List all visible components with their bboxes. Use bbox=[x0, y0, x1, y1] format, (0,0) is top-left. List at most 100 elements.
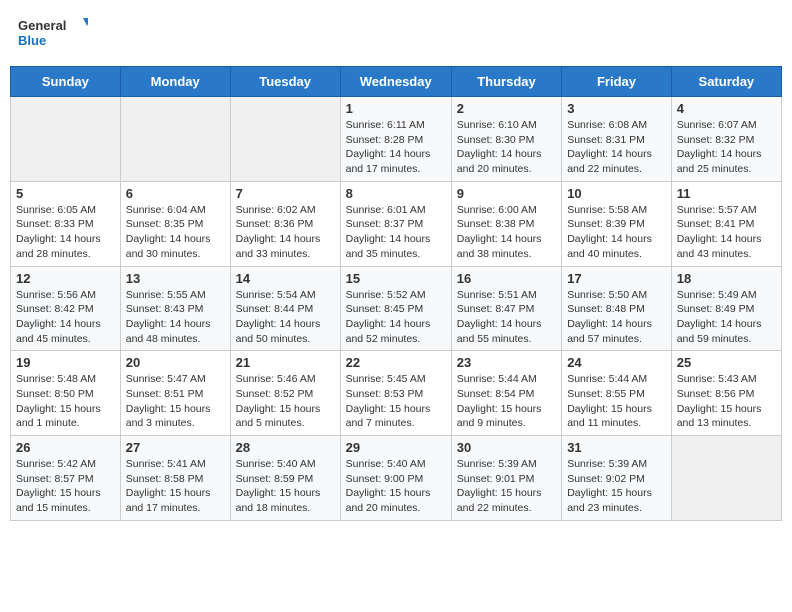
day-number: 14 bbox=[236, 271, 335, 286]
day-number: 24 bbox=[567, 355, 666, 370]
day-info: Sunrise: 5:56 AMSunset: 8:42 PMDaylight:… bbox=[16, 288, 115, 347]
calendar-week-row: 5 Sunrise: 6:05 AMSunset: 8:33 PMDaylight… bbox=[11, 181, 782, 266]
day-info: Sunrise: 6:04 AMSunset: 8:35 PMDaylight:… bbox=[126, 203, 225, 262]
day-info: Sunrise: 5:40 AMSunset: 9:00 PMDaylight:… bbox=[346, 457, 446, 516]
day-info: Sunrise: 5:49 AMSunset: 8:49 PMDaylight:… bbox=[677, 288, 776, 347]
day-info: Sunrise: 5:48 AMSunset: 8:50 PMDaylight:… bbox=[16, 372, 115, 431]
day-number: 22 bbox=[346, 355, 446, 370]
day-number: 9 bbox=[457, 186, 556, 201]
calendar-week-row: 26 Sunrise: 5:42 AMSunset: 8:57 PMDayligh… bbox=[11, 436, 782, 521]
calendar-cell: 16 Sunrise: 5:51 AMSunset: 8:47 PMDayligh… bbox=[451, 266, 561, 351]
calendar-cell bbox=[11, 97, 121, 182]
day-number: 25 bbox=[677, 355, 776, 370]
day-info: Sunrise: 5:42 AMSunset: 8:57 PMDaylight:… bbox=[16, 457, 115, 516]
day-info: Sunrise: 6:07 AMSunset: 8:32 PMDaylight:… bbox=[677, 118, 776, 177]
day-number: 17 bbox=[567, 271, 666, 286]
day-number: 10 bbox=[567, 186, 666, 201]
day-number: 16 bbox=[457, 271, 556, 286]
day-number: 19 bbox=[16, 355, 115, 370]
day-number: 29 bbox=[346, 440, 446, 455]
calendar-cell: 31 Sunrise: 5:39 AMSunset: 9:02 PMDayligh… bbox=[562, 436, 672, 521]
calendar-cell: 14 Sunrise: 5:54 AMSunset: 8:44 PMDayligh… bbox=[230, 266, 340, 351]
day-info: Sunrise: 6:08 AMSunset: 8:31 PMDaylight:… bbox=[567, 118, 666, 177]
day-number: 31 bbox=[567, 440, 666, 455]
calendar-cell: 1Sunrise: 6:11 AMSunset: 8:28 PMDaylight… bbox=[340, 97, 451, 182]
day-info: Sunrise: 5:52 AMSunset: 8:45 PMDaylight:… bbox=[346, 288, 446, 347]
day-number: 11 bbox=[677, 186, 776, 201]
day-info: Sunrise: 5:39 AMSunset: 9:01 PMDaylight:… bbox=[457, 457, 556, 516]
day-number: 8 bbox=[346, 186, 446, 201]
day-number: 28 bbox=[236, 440, 335, 455]
day-number: 5 bbox=[16, 186, 115, 201]
day-info: Sunrise: 5:44 AMSunset: 8:55 PMDaylight:… bbox=[567, 372, 666, 431]
day-number: 27 bbox=[126, 440, 225, 455]
day-info: Sunrise: 5:45 AMSunset: 8:53 PMDaylight:… bbox=[346, 372, 446, 431]
calendar-cell bbox=[671, 436, 781, 521]
day-info: Sunrise: 5:51 AMSunset: 8:47 PMDaylight:… bbox=[457, 288, 556, 347]
calendar-week-row: 1Sunrise: 6:11 AMSunset: 8:28 PMDaylight… bbox=[11, 97, 782, 182]
day-number: 4 bbox=[677, 101, 776, 116]
day-info: Sunrise: 5:44 AMSunset: 8:54 PMDaylight:… bbox=[457, 372, 556, 431]
calendar-cell: 19 Sunrise: 5:48 AMSunset: 8:50 PMDayligh… bbox=[11, 351, 121, 436]
calendar-cell: 17Sunrise: 5:50 AMSunset: 8:48 PMDayligh… bbox=[562, 266, 672, 351]
day-info: Sunrise: 5:54 AMSunset: 8:44 PMDaylight:… bbox=[236, 288, 335, 347]
day-info: Sunrise: 6:01 AMSunset: 8:37 PMDaylight:… bbox=[346, 203, 446, 262]
calendar-cell: 12 Sunrise: 5:56 AMSunset: 8:42 PMDayligh… bbox=[11, 266, 121, 351]
day-number: 15 bbox=[346, 271, 446, 286]
day-number: 3 bbox=[567, 101, 666, 116]
col-header-tuesday: Tuesday bbox=[230, 67, 340, 97]
calendar-cell: 24 Sunrise: 5:44 AMSunset: 8:55 PMDayligh… bbox=[562, 351, 672, 436]
day-number: 12 bbox=[16, 271, 115, 286]
calendar-cell: 9 Sunrise: 6:00 AMSunset: 8:38 PMDaylight… bbox=[451, 181, 561, 266]
calendar-cell: 25 Sunrise: 5:43 AMSunset: 8:56 PMDayligh… bbox=[671, 351, 781, 436]
col-header-sunday: Sunday bbox=[11, 67, 121, 97]
day-number: 6 bbox=[126, 186, 225, 201]
day-number: 26 bbox=[16, 440, 115, 455]
day-info: Sunrise: 5:41 AMSunset: 8:58 PMDaylight:… bbox=[126, 457, 225, 516]
calendar-cell: 23 Sunrise: 5:44 AMSunset: 8:54 PMDayligh… bbox=[451, 351, 561, 436]
calendar-cell: 11 Sunrise: 5:57 AMSunset: 8:41 PMDayligh… bbox=[671, 181, 781, 266]
header: General Blue bbox=[10, 10, 782, 58]
calendar-cell bbox=[120, 97, 230, 182]
day-info: Sunrise: 5:57 AMSunset: 8:41 PMDaylight:… bbox=[677, 203, 776, 262]
col-header-wednesday: Wednesday bbox=[340, 67, 451, 97]
day-info: Sunrise: 6:05 AMSunset: 8:33 PMDaylight:… bbox=[16, 203, 115, 262]
calendar-cell: 3 Sunrise: 6:08 AMSunset: 8:31 PMDaylight… bbox=[562, 97, 672, 182]
col-header-friday: Friday bbox=[562, 67, 672, 97]
col-header-thursday: Thursday bbox=[451, 67, 561, 97]
day-info: Sunrise: 6:00 AMSunset: 8:38 PMDaylight:… bbox=[457, 203, 556, 262]
calendar-cell: 30Sunrise: 5:39 AMSunset: 9:01 PMDayligh… bbox=[451, 436, 561, 521]
calendar-cell: 4 Sunrise: 6:07 AMSunset: 8:32 PMDaylight… bbox=[671, 97, 781, 182]
calendar-cell: 5 Sunrise: 6:05 AMSunset: 8:33 PMDaylight… bbox=[11, 181, 121, 266]
logo-svg: General Blue bbox=[18, 14, 88, 54]
day-number: 13 bbox=[126, 271, 225, 286]
calendar-cell: 28 Sunrise: 5:40 AMSunset: 8:59 PMDayligh… bbox=[230, 436, 340, 521]
day-info: Sunrise: 5:46 AMSunset: 8:52 PMDaylight:… bbox=[236, 372, 335, 431]
day-number: 2 bbox=[457, 101, 556, 116]
calendar-cell: 21 Sunrise: 5:46 AMSunset: 8:52 PMDayligh… bbox=[230, 351, 340, 436]
day-number: 18 bbox=[677, 271, 776, 286]
calendar-cell: 27 Sunrise: 5:41 AMSunset: 8:58 PMDayligh… bbox=[120, 436, 230, 521]
calendar-cell bbox=[230, 97, 340, 182]
day-info: Sunrise: 6:11 AMSunset: 8:28 PMDaylight:… bbox=[346, 118, 446, 177]
day-info: Sunrise: 5:55 AMSunset: 8:43 PMDaylight:… bbox=[126, 288, 225, 347]
day-info: Sunrise: 5:43 AMSunset: 8:56 PMDaylight:… bbox=[677, 372, 776, 431]
col-header-saturday: Saturday bbox=[671, 67, 781, 97]
calendar-table: SundayMondayTuesdayWednesdayThursdayFrid… bbox=[10, 66, 782, 521]
day-number: 21 bbox=[236, 355, 335, 370]
day-info: Sunrise: 5:58 AMSunset: 8:39 PMDaylight:… bbox=[567, 203, 666, 262]
calendar-cell: 22 Sunrise: 5:45 AMSunset: 8:53 PMDayligh… bbox=[340, 351, 451, 436]
calendar-week-row: 19 Sunrise: 5:48 AMSunset: 8:50 PMDayligh… bbox=[11, 351, 782, 436]
calendar-cell: 7Sunrise: 6:02 AMSunset: 8:36 PMDaylight… bbox=[230, 181, 340, 266]
calendar-cell: 13 Sunrise: 5:55 AMSunset: 8:43 PMDayligh… bbox=[120, 266, 230, 351]
col-header-monday: Monday bbox=[120, 67, 230, 97]
day-info: Sunrise: 5:39 AMSunset: 9:02 PMDaylight:… bbox=[567, 457, 666, 516]
day-info: Sunrise: 5:47 AMSunset: 8:51 PMDaylight:… bbox=[126, 372, 225, 431]
calendar-cell: 6 Sunrise: 6:04 AMSunset: 8:35 PMDaylight… bbox=[120, 181, 230, 266]
day-number: 20 bbox=[126, 355, 225, 370]
calendar-cell: 15 Sunrise: 5:52 AMSunset: 8:45 PMDayligh… bbox=[340, 266, 451, 351]
calendar-cell: 18 Sunrise: 5:49 AMSunset: 8:49 PMDayligh… bbox=[671, 266, 781, 351]
day-info: Sunrise: 5:40 AMSunset: 8:59 PMDaylight:… bbox=[236, 457, 335, 516]
day-info: Sunrise: 6:02 AMSunset: 8:36 PMDaylight:… bbox=[236, 203, 335, 262]
day-number: 23 bbox=[457, 355, 556, 370]
